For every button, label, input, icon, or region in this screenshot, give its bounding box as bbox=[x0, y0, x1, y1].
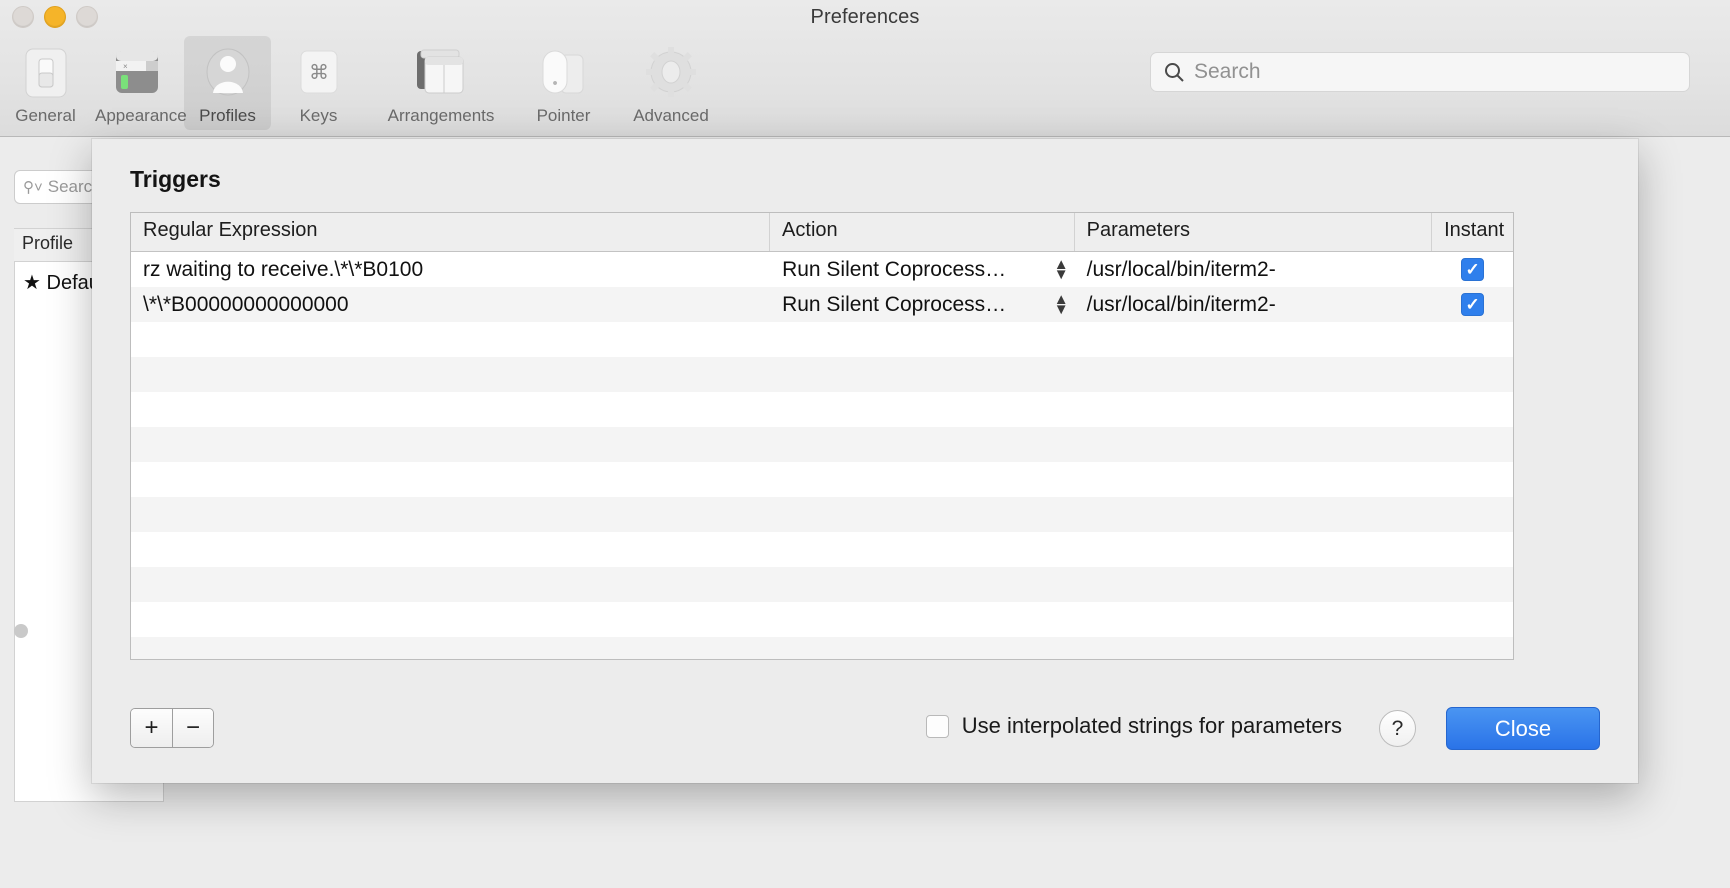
toolbar-item-keys[interactable]: ⌘ Keys bbox=[275, 36, 362, 130]
table-row-empty[interactable] bbox=[131, 427, 1513, 462]
window-title: Preferences bbox=[0, 6, 1730, 29]
search-placeholder: Search bbox=[1194, 60, 1261, 84]
toolbar-item-label: Advanced bbox=[613, 106, 729, 126]
interpolated-strings-checkbox[interactable] bbox=[926, 715, 949, 738]
help-button[interactable]: ? bbox=[1379, 710, 1416, 747]
sheet-title: Triggers bbox=[130, 166, 221, 193]
svg-text:⌘: ⌘ bbox=[309, 62, 329, 84]
toolbar-item-label: Pointer bbox=[522, 106, 605, 126]
split-view-handle[interactable] bbox=[14, 624, 28, 638]
column-header-instant[interactable]: Instant bbox=[1432, 213, 1513, 251]
cell-params[interactable]: /usr/local/bin/iterm2- bbox=[1075, 252, 1433, 287]
table-header-row: Regular Expression Action Parameters Ins… bbox=[131, 213, 1513, 252]
cell-action[interactable]: Run Silent Coprocess… ▲▼ bbox=[770, 287, 1075, 322]
chevron-updown-icon[interactable]: ▲▼ bbox=[1054, 295, 1069, 314]
close-button[interactable]: Close bbox=[1446, 707, 1600, 750]
interpolated-strings-row[interactable]: Use interpolated strings for parameters bbox=[926, 713, 1342, 739]
toolbar-item-label: Keys bbox=[277, 106, 360, 126]
action-label: Run Silent Coprocess… bbox=[782, 293, 1006, 317]
triggers-table[interactable]: Regular Expression Action Parameters Ins… bbox=[130, 212, 1514, 660]
toolbar-item-label: Appearance bbox=[95, 106, 178, 126]
table-row-empty[interactable] bbox=[131, 497, 1513, 532]
cell-action[interactable]: Run Silent Coprocess… ▲▼ bbox=[770, 252, 1075, 287]
table-row[interactable]: \*\*B00000000000000 Run Silent Coprocess… bbox=[131, 287, 1513, 322]
cell-instant[interactable]: ✓ bbox=[1432, 287, 1513, 322]
triggers-sheet: Triggers Regular Expression Action Param… bbox=[92, 139, 1638, 783]
pointer-mouse-icon bbox=[522, 42, 605, 104]
table-row-empty[interactable] bbox=[131, 602, 1513, 637]
add-remove-buttons: + − bbox=[130, 708, 214, 748]
appearance-window-icon: × bbox=[95, 42, 178, 104]
search-input[interactable]: Search bbox=[1150, 52, 1690, 92]
interpolated-strings-label: Use interpolated strings for parameters bbox=[962, 713, 1342, 739]
instant-checkbox[interactable]: ✓ bbox=[1461, 258, 1484, 281]
remove-trigger-button[interactable]: − bbox=[172, 709, 213, 747]
search-icon: ⚲˅ bbox=[23, 178, 43, 196]
column-header-params[interactable]: Parameters bbox=[1075, 213, 1432, 251]
toolbar-item-label: Profiles bbox=[186, 106, 269, 126]
action-label: Run Silent Coprocess… bbox=[782, 258, 1006, 282]
table-row-empty[interactable] bbox=[131, 357, 1513, 392]
toolbar-item-advanced[interactable]: Advanced bbox=[611, 36, 731, 130]
toolbar-items: General × Appearance bbox=[0, 36, 733, 130]
column-header-action[interactable]: Action bbox=[770, 213, 1075, 251]
table-row-empty[interactable] bbox=[131, 532, 1513, 567]
toolbar-item-label: General bbox=[4, 106, 87, 126]
preferences-toolbar: Preferences General bbox=[0, 0, 1730, 137]
keys-command-icon: ⌘ bbox=[277, 42, 360, 104]
toolbar-item-label: Arrangements bbox=[368, 106, 514, 126]
cell-instant[interactable]: ✓ bbox=[1432, 252, 1513, 287]
cell-regex[interactable]: \*\*B00000000000000 bbox=[131, 287, 770, 322]
column-header-regex[interactable]: Regular Expression bbox=[131, 213, 770, 251]
add-trigger-button[interactable]: + bbox=[131, 709, 172, 747]
table-row-empty[interactable] bbox=[131, 392, 1513, 427]
toolbar-item-pointer[interactable]: Pointer bbox=[520, 36, 607, 130]
toolbar-item-appearance[interactable]: × Appearance bbox=[93, 36, 180, 130]
table-row-empty[interactable] bbox=[131, 637, 1513, 660]
search-icon bbox=[1163, 61, 1185, 83]
star-icon: ★ bbox=[23, 272, 41, 294]
toolbar-item-general[interactable]: General bbox=[2, 36, 89, 130]
cell-params[interactable]: /usr/local/bin/iterm2- bbox=[1075, 287, 1433, 322]
instant-checkbox[interactable]: ✓ bbox=[1461, 293, 1484, 316]
arrangements-windows-icon bbox=[368, 42, 514, 104]
empty-rows bbox=[131, 322, 1513, 660]
toolbar-item-arrangements[interactable]: Arrangements bbox=[366, 36, 516, 130]
cell-regex[interactable]: rz waiting to receive.\*\*B0100 bbox=[131, 252, 770, 287]
advanced-gear-icon bbox=[613, 42, 729, 104]
profiles-person-icon bbox=[186, 42, 269, 104]
svg-text:×: × bbox=[123, 62, 128, 71]
general-switch-icon bbox=[4, 42, 87, 104]
table-row-empty[interactable] bbox=[131, 567, 1513, 602]
table-row-empty[interactable] bbox=[131, 322, 1513, 357]
toolbar-item-profiles[interactable]: Profiles bbox=[184, 36, 271, 130]
chevron-updown-icon[interactable]: ▲▼ bbox=[1054, 260, 1069, 279]
table-row[interactable]: rz waiting to receive.\*\*B0100 Run Sile… bbox=[131, 252, 1513, 287]
table-row-empty[interactable] bbox=[131, 462, 1513, 497]
